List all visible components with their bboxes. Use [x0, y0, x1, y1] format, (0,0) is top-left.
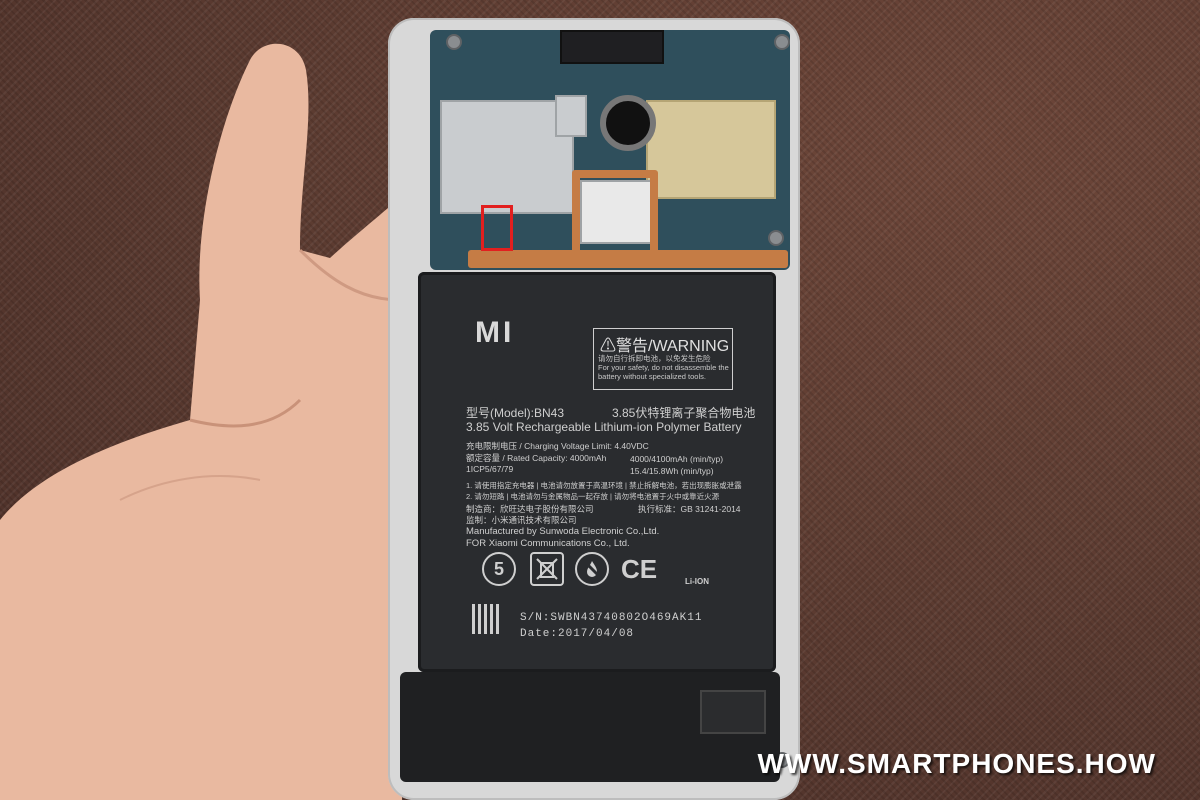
rf-shield-left — [440, 100, 574, 214]
notes-line-2: 2. 请勿短路 | 电池请勿与金属物品一起存放 | 请勿将电池置于火中或靠近火源 — [466, 492, 720, 501]
top-bracket — [560, 30, 664, 64]
rf-shield-right — [646, 100, 776, 199]
site-watermark: WWW.SMARTPHONES.HOW — [757, 748, 1156, 779]
battery-description: 3.85 Volt Rechargeable Lithium-ion Polym… — [466, 420, 742, 434]
mi-logo: MI — [475, 316, 515, 349]
cell-code: 1ICP5/67/79 — [466, 464, 514, 474]
rated-capacity: 额定容量 / Rated Capacity: 4000mAh — [466, 453, 607, 463]
rear-camera — [600, 95, 656, 151]
sub-board — [700, 690, 766, 734]
manufacturer-en: Manufactured by Sunwoda Electronic Co.,L… — [466, 526, 660, 537]
for-en: FOR Xiaomi Communications Co., Ltd. — [466, 538, 630, 549]
energy-values: 15.4/15.8Wh (min/typ) — [630, 466, 714, 476]
manufacture-date: Date:2017/04/08 — [520, 628, 635, 640]
li-ion-recycle-icon: Li-ION — [685, 577, 709, 586]
warning-text-cn: 请勿自行拆卸电池，以免发生危险 — [598, 354, 711, 363]
fingerprint-flex — [572, 170, 658, 266]
recycle-5-icon: 5 — [482, 552, 516, 586]
screw — [774, 34, 790, 50]
charge-limit: 充电限制电压 / Charging Voltage Limit: 4.40VDC — [466, 441, 649, 451]
battery-model-cn: 3.85伏特锂离子聚合物电池 — [612, 406, 756, 420]
serial-number: S/N:SWBN43740802O469AK11 — [520, 612, 703, 624]
screw — [768, 230, 784, 246]
capacity-values: 4000/4100mAh (min/typ) — [630, 454, 724, 464]
screw — [446, 34, 462, 50]
no-trash-bin-icon — [530, 552, 564, 586]
warning-title: ⚠警告/WARNING — [600, 338, 730, 355]
battery-connector-highlight — [481, 205, 513, 251]
no-fire-icon — [575, 552, 609, 586]
ce-mark-icon: CE — [620, 553, 658, 584]
warning-text-en: For your safety, do not disassemble the … — [598, 363, 729, 381]
notes-line-1: 1. 请使用指定充电器 | 电池请勿放置于高温环境 | 禁止拆解电池，若出现膨胀… — [466, 481, 742, 490]
supplier-cn: 监制：小米通讯技术有限公司 — [466, 515, 577, 525]
warning-text: 请勿自行拆卸电池，以免发生危险 For your safety, do not … — [598, 354, 732, 381]
battery-model: 型号(Model):BN43 — [466, 406, 565, 420]
flash-module — [555, 95, 587, 137]
standard: 执行标准：GB 31241-2014 — [638, 504, 741, 514]
qr-code — [472, 604, 500, 634]
